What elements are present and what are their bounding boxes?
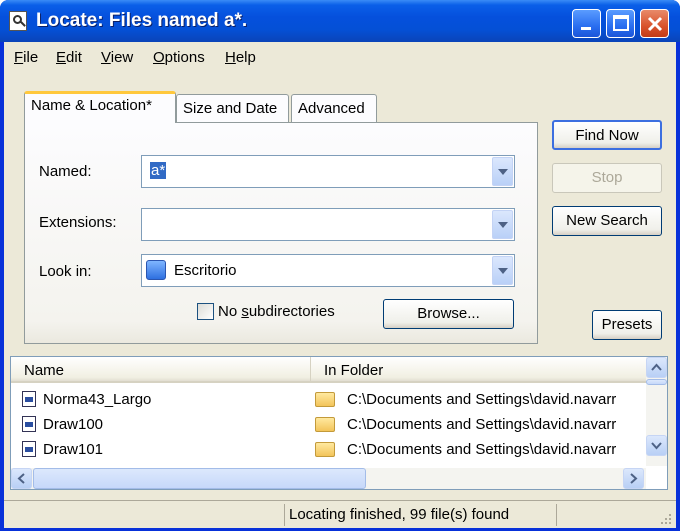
scroll-up-icon xyxy=(651,363,662,371)
vertical-scrollbar[interactable] xyxy=(646,357,667,466)
named-combobox[interactable]: a* xyxy=(141,155,515,188)
no-subdirectories-label[interactable]: No subdirectories xyxy=(218,303,335,320)
folder-icon xyxy=(315,417,335,432)
extensions-label: Extensions: xyxy=(39,214,117,231)
scroll-up-button[interactable] xyxy=(646,357,667,378)
scroll-right-button[interactable] xyxy=(623,468,644,489)
close-icon xyxy=(647,16,663,32)
scroll-right-icon xyxy=(630,473,638,484)
title-bar[interactable]: Locate: Files named a*. xyxy=(0,0,680,42)
table-row[interactable]: Draw100 C:\Documents and Settings\david.… xyxy=(11,413,641,438)
menu-file[interactable]: File xyxy=(14,49,38,66)
resize-grip-icon[interactable] xyxy=(659,512,673,526)
maximize-icon xyxy=(613,15,629,31)
results-list[interactable]: Name In Folder Norma43_Largo C:\Document… xyxy=(10,356,668,490)
row-name: Draw101 xyxy=(43,441,104,458)
scroll-down-icon xyxy=(651,442,662,450)
file-icon xyxy=(22,441,36,457)
named-label: Named: xyxy=(39,163,92,180)
minimize-button[interactable] xyxy=(572,9,601,38)
named-input-value[interactable]: a* xyxy=(150,162,167,179)
combo-arrow-icon[interactable] xyxy=(492,157,513,186)
name-location-panel: Named: a* Extensions: Look in: Escritori… xyxy=(24,122,538,344)
menu-options[interactable]: Options xyxy=(153,49,205,66)
file-icon xyxy=(22,416,36,432)
lookin-label: Look in: xyxy=(39,263,92,280)
scroll-left-button[interactable] xyxy=(11,468,32,489)
menu-edit[interactable]: Edit xyxy=(56,49,82,66)
locate-window: Locate: Files named a*. File Edit View O… xyxy=(0,0,680,531)
lookin-combobox[interactable]: Escritorio xyxy=(141,254,515,287)
folder-icon xyxy=(315,392,335,407)
tab-size-date[interactable]: Size and Date xyxy=(176,94,289,122)
vertical-scroll-thumb[interactable] xyxy=(646,379,667,385)
find-now-button[interactable]: Find Now xyxy=(552,120,662,150)
close-button[interactable] xyxy=(640,9,669,38)
minimize-icon xyxy=(581,27,591,30)
row-folder: C:\Documents and Settings\david.navarr xyxy=(347,416,617,433)
combo-arrow-icon[interactable] xyxy=(492,256,513,285)
menu-bar: File Edit View Options Help xyxy=(4,42,676,74)
table-row[interactable]: Draw101 C:\Documents and Settings\david.… xyxy=(11,438,641,463)
row-folder: C:\Documents and Settings\david.navarr xyxy=(347,391,617,408)
horizontal-scroll-thumb[interactable] xyxy=(33,468,366,489)
extensions-combobox[interactable] xyxy=(141,208,515,241)
file-icon xyxy=(22,391,36,407)
lookin-value: Escritorio xyxy=(174,262,237,279)
horizontal-scrollbar[interactable] xyxy=(11,468,646,489)
window-title: Locate: Files named a*. xyxy=(36,10,248,31)
stop-button[interactable]: Stop xyxy=(552,163,662,193)
status-pane-extra xyxy=(556,504,676,526)
row-folder: C:\Documents and Settings\david.navarr xyxy=(347,441,617,458)
row-name: Draw100 xyxy=(43,416,104,433)
status-bar: Locating finished, 99 file(s) found xyxy=(4,500,676,528)
folder-icon xyxy=(315,442,335,457)
client-area: File Edit View Options Help Name & Locat… xyxy=(4,42,676,528)
column-header-folder[interactable]: In Folder xyxy=(311,357,647,383)
status-text: Locating finished, 99 file(s) found xyxy=(284,504,556,526)
search-app-icon xyxy=(9,11,27,31)
table-row[interactable]: Norma43_Largo C:\Documents and Settings\… xyxy=(11,388,641,413)
menu-view[interactable]: View xyxy=(101,49,133,66)
maximize-button[interactable] xyxy=(606,9,635,38)
browse-button[interactable]: Browse... xyxy=(383,299,514,329)
column-header-name[interactable]: Name xyxy=(11,357,311,383)
no-subdirectories-checkbox[interactable] xyxy=(197,303,214,320)
scroll-down-button[interactable] xyxy=(646,435,667,456)
tab-advanced[interactable]: Advanced xyxy=(291,94,377,122)
combo-arrow-icon[interactable] xyxy=(492,210,513,239)
desktop-icon xyxy=(146,260,166,280)
status-pane-empty xyxy=(4,504,284,526)
row-name: Norma43_Largo xyxy=(43,391,152,408)
new-search-button[interactable]: New Search xyxy=(552,206,662,236)
menu-help[interactable]: Help xyxy=(225,49,256,66)
presets-button[interactable]: Presets xyxy=(592,310,662,340)
scroll-left-icon xyxy=(17,473,25,484)
tab-name-location[interactable]: Name & Location* xyxy=(24,91,176,123)
